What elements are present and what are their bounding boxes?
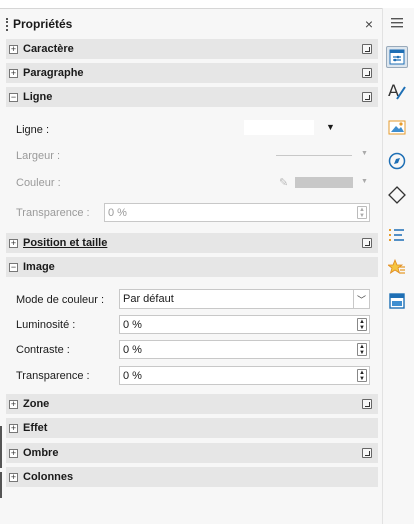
line-style-preview[interactable]	[244, 120, 314, 135]
section-position-label: Position et taille	[23, 237, 108, 249]
spin-buttons-icon[interactable]: ▲ ▼	[357, 343, 367, 356]
expand-icon[interactable]: +	[9, 423, 18, 433]
grip-handle-icon[interactable]	[6, 17, 8, 31]
spin-buttons-icon[interactable]: ▲ ▼	[357, 318, 367, 331]
expand-icon[interactable]: +	[9, 399, 18, 409]
left-edge-marker	[0, 426, 2, 468]
spin-buttons-icon[interactable]: ▲ ▼	[357, 369, 367, 382]
contraste-label: Contraste :	[16, 344, 70, 356]
largeur-label: Largeur :	[16, 150, 61, 162]
more-options-icon[interactable]	[362, 44, 372, 54]
section-caractere[interactable]: + Caractère	[6, 39, 378, 59]
section-image[interactable]: − Image	[6, 257, 378, 277]
styles-icon[interactable]: A	[386, 80, 408, 102]
shapes-icon[interactable]	[386, 184, 408, 206]
collapse-icon[interactable]: −	[9, 92, 18, 102]
luminosite-value: 0 %	[123, 318, 142, 331]
image-transparence-field[interactable]: 0 % ▲ ▼	[119, 366, 370, 385]
line-width-preview[interactable]	[276, 155, 352, 156]
section-ligne-label: Ligne	[23, 91, 53, 103]
panel-title: Propriétés	[13, 17, 73, 31]
section-effet[interactable]: + Effet	[6, 418, 378, 438]
section-effet-label: Effet	[23, 422, 48, 434]
ligne-transparence-value: 0 %	[108, 206, 127, 219]
section-zone[interactable]: + Zone	[6, 394, 378, 414]
page-icon[interactable]	[386, 290, 408, 312]
ligne-style-label: Ligne :	[16, 124, 50, 136]
section-ombre[interactable]: + Ombre	[6, 443, 378, 463]
section-colonnes[interactable]: + Colonnes	[6, 467, 378, 487]
line-style-dropdown-icon[interactable]: ▼	[326, 122, 335, 132]
chevron-down-icon[interactable]: ﹀	[353, 290, 369, 308]
luminosite-field[interactable]: 0 % ▲ ▼	[119, 315, 370, 334]
ligne-transparence-label: Transparence :	[16, 207, 90, 219]
mode-couleur-value: Par défaut	[123, 293, 174, 305]
expand-icon[interactable]: +	[9, 472, 18, 482]
navigator-icon[interactable]	[386, 150, 408, 172]
luminosite-label: Luminosité :	[16, 319, 76, 331]
section-caractere-label: Caractère	[23, 43, 74, 55]
more-options-icon[interactable]	[362, 399, 372, 409]
mode-couleur-label: Mode de couleur :	[16, 294, 105, 306]
image-transparence-label: Transparence :	[16, 370, 90, 382]
section-position[interactable]: + Position et taille	[6, 233, 378, 253]
section-paragraphe-label: Paragraphe	[23, 67, 84, 79]
left-edge-marker	[0, 472, 2, 498]
section-image-label: Image	[23, 261, 55, 273]
close-panel-button[interactable]: ×	[362, 16, 376, 32]
panel-titlebar: Propriétés ×	[6, 13, 376, 35]
more-options-icon[interactable]	[362, 448, 372, 458]
section-zone-label: Zone	[23, 398, 50, 410]
expand-icon[interactable]: +	[9, 68, 18, 78]
expand-icon[interactable]: +	[9, 238, 18, 248]
image-transparence-value: 0 %	[123, 369, 142, 382]
expand-icon[interactable]: +	[9, 448, 18, 458]
collapse-icon[interactable]: −	[9, 262, 18, 272]
expand-icon[interactable]: +	[9, 44, 18, 54]
properties-icon[interactable]	[386, 46, 408, 68]
contraste-value: 0 %	[123, 343, 142, 356]
line-color-swatch[interactable]	[295, 177, 353, 188]
line-color-dropdown-icon[interactable]: ▼	[361, 178, 368, 185]
gallery-icon[interactable]	[386, 116, 408, 138]
list-icon[interactable]	[386, 224, 408, 246]
section-ligne[interactable]: − Ligne	[6, 87, 378, 107]
line-color-icon[interactable]: ✎	[279, 176, 288, 189]
more-options-icon[interactable]	[362, 68, 372, 78]
spin-buttons-icon[interactable]: ▲ ▼	[357, 206, 367, 219]
more-options-icon[interactable]	[362, 238, 372, 248]
section-ombre-label: Ombre	[23, 447, 59, 459]
more-options-icon[interactable]	[362, 92, 372, 102]
ligne-transparence-field[interactable]: 0 % ▲ ▼	[104, 203, 370, 222]
section-colonnes-label: Colonnes	[23, 471, 74, 483]
star-icon[interactable]	[386, 256, 408, 278]
couleur-label: Couleur :	[16, 177, 61, 189]
section-paragraphe[interactable]: + Paragraphe	[6, 63, 378, 83]
menu-icon[interactable]	[386, 12, 408, 34]
mode-couleur-select[interactable]: Par défaut ﹀	[119, 289, 370, 309]
contraste-field[interactable]: 0 % ▲ ▼	[119, 340, 370, 359]
line-width-dropdown-icon[interactable]: ▼	[361, 150, 368, 157]
